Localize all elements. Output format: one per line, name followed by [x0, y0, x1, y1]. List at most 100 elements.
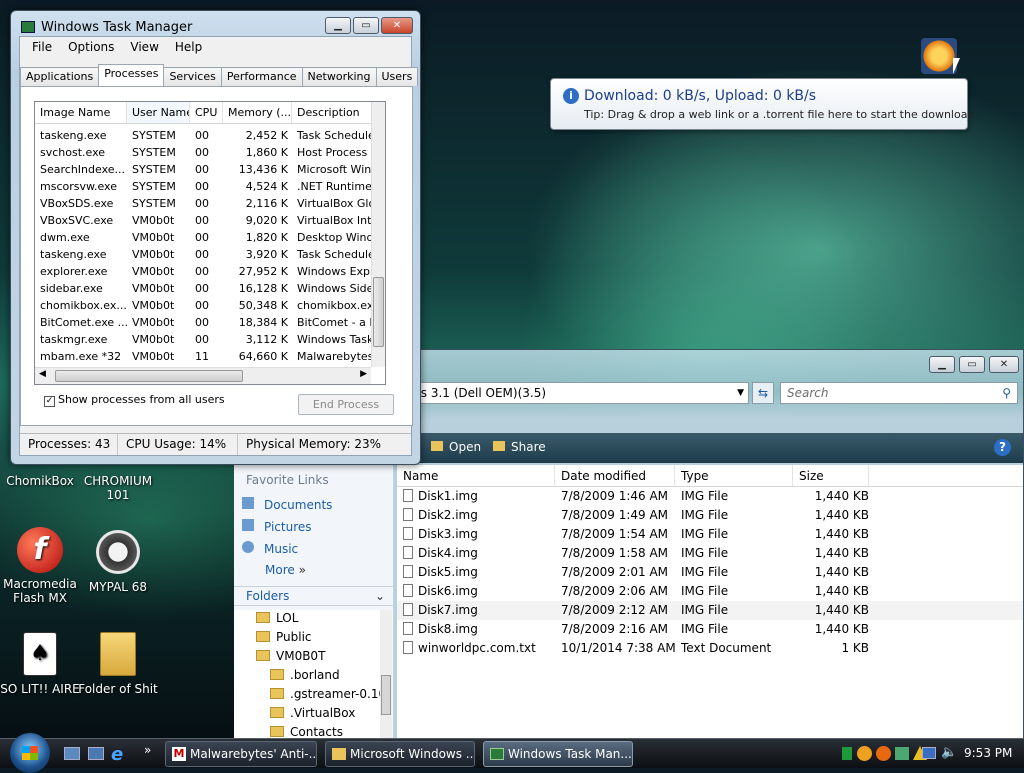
desktop-icon-solitaire[interactable]: ♠ SO LIT!! AIRE	[0, 632, 80, 696]
file-row[interactable]: Disk5.img 7/8/2009 2:01 AM IMG File 1,440 K…	[397, 563, 1023, 582]
tree-item[interactable]: .VirtualBox	[270, 706, 355, 720]
process-row[interactable]: dwm.exe VM0b0t 00 1,820 K Desktop Windo	[35, 229, 385, 246]
process-row[interactable]: svchost.exe SYSTEM 00 1,860 K Host Process f	[35, 144, 385, 161]
share-button[interactable]: Share	[493, 440, 546, 454]
tab-users[interactable]: Users	[375, 67, 419, 86]
tree-item[interactable]: .borland	[270, 668, 340, 682]
show-all-users-checkbox[interactable]: ✓ Show processes from all users	[44, 393, 225, 407]
minimize-button[interactable]: ▁	[325, 17, 351, 34]
desktop-icon-mypal[interactable]: MYPAL 68	[78, 530, 158, 594]
file-row[interactable]: Disk4.img 7/8/2009 1:58 AM IMG File 1,440 K…	[397, 544, 1023, 563]
column-description[interactable]: Description	[292, 102, 372, 123]
open-button[interactable]: Open	[431, 440, 481, 454]
process-row[interactable]: SearchIndexe... SYSTEM 00 13,436 K Microsoft…	[35, 161, 385, 178]
file-row[interactable]: winworldpc.com.txt 10/1/2014 7:38 AM Text …	[397, 639, 1023, 658]
switch-windows-icon[interactable]	[88, 747, 104, 760]
close-button[interactable]: ✕	[989, 356, 1019, 373]
file-row[interactable]: Disk7.img 7/8/2009 2:12 AM IMG File 1,440 K…	[397, 601, 1023, 620]
end-process-button[interactable]: End Process	[298, 394, 394, 415]
process-row[interactable]: explorer.exe VM0b0t 00 27,952 K Windows Expl…	[35, 263, 385, 280]
column-user-name[interactable]: User Name	[127, 102, 190, 123]
column-memory[interactable]: Memory (...	[223, 102, 292, 123]
menu-view[interactable]: View	[122, 40, 166, 54]
scroll-thumb[interactable]	[55, 370, 243, 382]
tree-item[interactable]: Contacts	[270, 725, 343, 739]
internet-explorer-icon[interactable]: e	[111, 744, 123, 765]
desktop-icon-chromium[interactable]: CHROMIUM 101	[78, 474, 158, 502]
file-row[interactable]: Disk1.img 7/8/2009 1:46 AM IMG File 1,440 K…	[397, 487, 1023, 506]
column-image-name[interactable]: Image Name	[35, 102, 127, 123]
nav-music[interactable]: Music	[242, 541, 298, 556]
desktop-icon-chomikbox[interactable]: ChomikBox	[0, 474, 80, 488]
start-button[interactable]	[10, 733, 50, 773]
maximize-button[interactable]: ▭	[959, 356, 985, 373]
tray-network-icon[interactable]	[895, 747, 909, 760]
tab-services[interactable]: Services	[163, 67, 222, 86]
process-row[interactable]: VBoxSDS.exe SYSTEM 00 2,116 K VirtualBox Glo…	[35, 195, 385, 212]
nav-documents[interactable]: Documents	[242, 497, 332, 512]
file-row[interactable]: Disk6.img 7/8/2009 2:06 AM IMG File 1,440 K…	[397, 582, 1023, 601]
tab-processes[interactable]: Processes	[98, 64, 165, 86]
chevron-right-icon[interactable]: »	[144, 743, 151, 757]
tree-item[interactable]: .gstreamer-0.10	[270, 687, 380, 701]
nav-pictures[interactable]: Pictures	[242, 519, 312, 534]
minimize-button[interactable]: ▁	[929, 356, 955, 373]
column-size[interactable]: Size	[793, 465, 869, 486]
tab-networking[interactable]: Networking	[301, 67, 377, 86]
bitcomet-balloon-tip[interactable]: i Download: 0 kB/s, Upload: 0 kB/s Tip: …	[550, 78, 978, 130]
tab-applications[interactable]: Applications	[20, 67, 100, 86]
menu-options[interactable]: Options	[60, 40, 122, 54]
maximize-button[interactable]: ▭	[353, 17, 379, 34]
process-row[interactable]: BitComet.exe ... VM0b0t 00 18,384 K BitComet…	[35, 314, 385, 331]
search-input[interactable]: Search ⚲	[780, 382, 1018, 404]
tray-display-icon[interactable]	[922, 747, 936, 759]
process-row[interactable]: taskmgr.exe VM0b0t 00 3,112 K Windows Task	[35, 331, 385, 348]
file-row[interactable]: Disk8.img 7/8/2009 2:16 AM IMG File 1,440 K…	[397, 620, 1023, 639]
search-icon[interactable]: ⚲	[1002, 383, 1011, 403]
clock[interactable]: 9:53 PM	[964, 746, 1012, 760]
horizontal-scrollbar[interactable]: ◀ ▶	[35, 367, 371, 384]
scroll-thumb[interactable]	[373, 277, 384, 347]
tab-performance[interactable]: Performance	[220, 67, 303, 86]
scroll-right-icon[interactable]: ▶	[360, 369, 367, 379]
help-icon[interactable]: ?	[994, 439, 1011, 456]
column-type[interactable]: Type	[675, 465, 793, 486]
file-row[interactable]: Disk3.img 7/8/2009 1:54 AM IMG File 1,440 K…	[397, 525, 1023, 544]
bitcomet-tray-icon[interactable]	[921, 38, 957, 74]
tree-scrollbar[interactable]	[380, 610, 392, 740]
address-bar[interactable]: dows 3.1 (Dell OEM)(3.5) ▼	[393, 382, 749, 404]
column-name[interactable]: Name	[397, 465, 555, 486]
vertical-scrollbar[interactable]	[371, 102, 385, 367]
column-cpu[interactable]: CPU	[190, 102, 223, 123]
volume-muted-icon[interactable]: 🔈	[941, 745, 957, 760]
taskbar-button-malwarebytes[interactable]: M Malwarebytes' Anti-...	[165, 741, 317, 767]
tree-item[interactable]: VM0B0T	[256, 649, 325, 663]
file-row[interactable]: Disk2.img 7/8/2009 1:49 AM IMG File 1,440 K…	[397, 506, 1023, 525]
tree-item[interactable]: Public	[256, 630, 312, 644]
desktop-icon-folder[interactable]: Folder of Shit	[78, 632, 158, 696]
nav-more[interactable]: More »	[265, 563, 306, 577]
tray-green-icon[interactable]	[842, 747, 852, 760]
refresh-button[interactable]: ⇆	[752, 382, 774, 404]
chevron-down-icon[interactable]: ▼	[737, 383, 744, 403]
process-row[interactable]: chomikbox.ex... VM0b0t 00 50,348 K chomikbox…	[35, 297, 385, 314]
process-row[interactable]: sidebar.exe VM0b0t 00 16,128 K Windows Sideb	[35, 280, 385, 297]
process-row[interactable]: mbam.exe *32 VM0b0t 11 64,660 K Malwarebytes…	[35, 348, 385, 365]
folders-header[interactable]: Folders ⌄	[234, 586, 393, 606]
process-list[interactable]: Image Name User Name CPU Memory (... Des…	[34, 101, 386, 385]
taskbar-button-task-manager[interactable]: Windows Task Man...	[483, 741, 633, 767]
desktop-icon-flash[interactable]: f Macromedia Flash MX	[0, 527, 80, 605]
tray-bitcomet-icon[interactable]	[857, 746, 872, 761]
tree-item[interactable]: LOL	[256, 611, 298, 625]
close-button[interactable]: ✕	[381, 17, 413, 34]
menu-help[interactable]: Help	[167, 40, 210, 54]
taskbar-button-explorer[interactable]: Microsoft Windows ...	[325, 741, 475, 767]
process-row[interactable]: taskeng.exe SYSTEM 00 2,452 K Task Schedule	[35, 127, 385, 144]
tray-chomikbox-icon[interactable]	[876, 746, 891, 761]
column-date[interactable]: Date modified	[555, 465, 675, 486]
process-row[interactable]: VBoxSVC.exe VM0b0t 00 9,020 K VirtualBox Int…	[35, 212, 385, 229]
process-row[interactable]: taskeng.exe VM0b0t 00 3,920 K Task Schedule	[35, 246, 385, 263]
menu-file[interactable]: File	[24, 40, 60, 54]
show-desktop-icon[interactable]	[64, 747, 80, 760]
process-row[interactable]: mscorsvw.exe SYSTEM 00 4,524 K .NET Runtime	[35, 178, 385, 195]
